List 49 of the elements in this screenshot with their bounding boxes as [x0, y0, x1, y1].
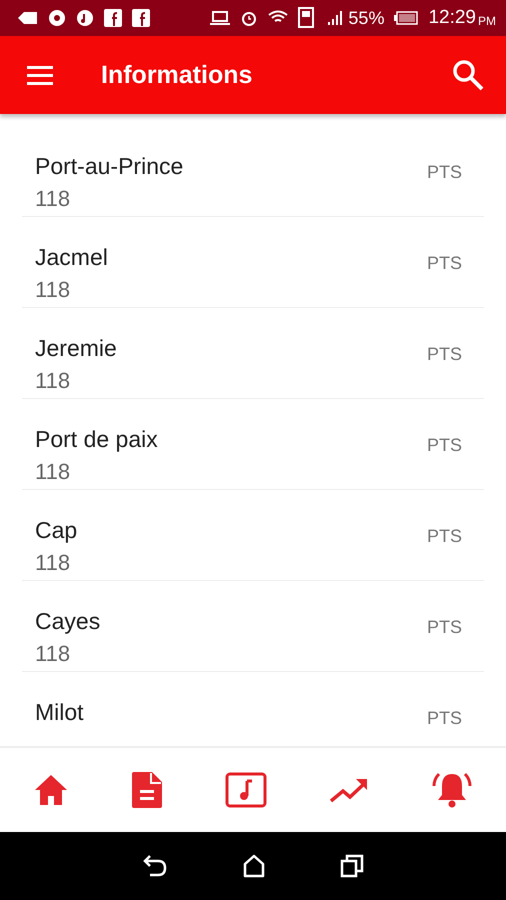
points-unit: PTS [426, 252, 462, 275]
city-name: Port de paix [35, 426, 158, 453]
list-item[interactable]: Port-au-Prince 118 PTS [22, 126, 484, 217]
facebook-icon [132, 9, 150, 27]
battery-percentage: 55% [348, 8, 384, 28]
points-value: 118 [35, 277, 72, 303]
signal-icon [328, 11, 344, 25]
menu-icon[interactable] [27, 65, 53, 85]
points-unit: PTS [426, 161, 462, 184]
trending-up-icon[interactable] [329, 776, 369, 804]
points-value: 118 [35, 641, 72, 667]
city-name: Cap [35, 517, 78, 544]
list-item[interactable]: Milot PTS [22, 672, 484, 746]
points-value: 118 [35, 459, 72, 485]
city-name: Cayes [35, 608, 100, 635]
list-item[interactable]: Jeremie 118 PTS [22, 308, 484, 399]
music-icon[interactable] [225, 772, 267, 808]
home-icon[interactable] [33, 773, 69, 807]
city-name: Jacmel [35, 244, 108, 271]
points-unit: PTS [426, 707, 462, 730]
list-item[interactable]: Jacmel 118 PTS [22, 217, 484, 308]
laptop-icon [210, 10, 230, 26]
list-item[interactable]: Port de paix 118 PTS [22, 399, 484, 490]
points-value: 118 [35, 550, 72, 576]
bell-icon[interactable] [431, 770, 473, 810]
home-outline-icon[interactable] [242, 854, 266, 878]
city-name: Jeremie [35, 335, 117, 362]
back-icon[interactable] [142, 854, 168, 878]
points-value: 118 [35, 186, 72, 212]
points-unit: PTS [426, 616, 462, 639]
notification-icon [18, 11, 38, 25]
recent-apps-icon[interactable] [340, 854, 364, 878]
clock-time: 12:29 [428, 7, 476, 29]
search-icon[interactable] [452, 59, 484, 91]
list-item[interactable]: Cap 118 PTS [22, 490, 484, 581]
screen-title: Informations [101, 60, 254, 90]
battery-icon [394, 11, 418, 25]
points-value: 118 [35, 368, 72, 394]
alarm-icon [240, 9, 258, 27]
points-unit: PTS [426, 343, 462, 366]
document-icon[interactable] [131, 771, 163, 809]
city-name: Milot [35, 699, 84, 726]
music-circle-icon [76, 9, 94, 27]
list-item[interactable]: Cayes 118 PTS [22, 581, 484, 672]
facebook-icon [104, 9, 122, 27]
points-unit: PTS [426, 434, 462, 457]
city-name: Port-au-Prince [35, 153, 184, 180]
points-unit: PTS [426, 525, 462, 548]
clock-period: PM [478, 14, 496, 28]
